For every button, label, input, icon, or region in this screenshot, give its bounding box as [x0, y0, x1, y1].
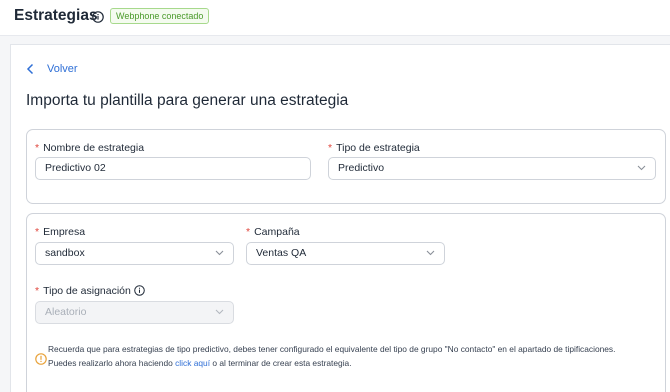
required-marker: *: [35, 285, 40, 297]
chevron-left-icon: [26, 63, 34, 75]
predictive-notice: Recuerda que para estrategias de tipo pr…: [48, 342, 615, 370]
required-marker: *: [246, 226, 251, 238]
chevron-down-icon: [215, 250, 224, 256]
info-circle-icon[interactable]: [134, 285, 145, 296]
top-bar: Estrategias Webphone conectado: [0, 0, 670, 36]
back-label: Volver: [47, 63, 78, 75]
strategy-name-label: * Nombre de estrategia: [35, 142, 145, 154]
click-here-link[interactable]: click aquí: [175, 358, 210, 368]
campaign-select[interactable]: Ventas QA: [246, 242, 445, 265]
strategy-name-input[interactable]: Predictivo 02: [35, 157, 311, 180]
strategy-type-label: * Tipo de estrategia: [328, 142, 420, 154]
required-marker: *: [328, 142, 333, 154]
required-marker: *: [35, 226, 40, 238]
chevron-down-icon: [637, 165, 646, 171]
company-label: * Empresa: [35, 226, 86, 238]
chevron-down-icon: [215, 309, 224, 315]
page-title: Estrategias: [14, 7, 98, 24]
assignment-type-label: * Tipo de asignación: [35, 285, 145, 297]
warning-circle-icon: [35, 353, 47, 365]
campaign-label: * Campaña: [246, 226, 300, 238]
page-heading: Importa tu plantilla para generar una es…: [26, 92, 349, 109]
notice-line-1: Recuerda que para estrategias de tipo pr…: [48, 344, 616, 354]
company-select[interactable]: sandbox: [35, 242, 234, 265]
status-badge: Webphone conectado: [110, 8, 210, 24]
assignment-type-select: Aleatorio: [35, 301, 234, 324]
back-link[interactable]: Volver: [26, 61, 78, 77]
required-marker: *: [35, 142, 40, 154]
strategy-type-select[interactable]: Predictivo: [328, 157, 656, 180]
chevron-down-icon: [426, 250, 435, 256]
notice-line-2: Puedes realizarlo ahora haciendo click a…: [48, 358, 352, 368]
info-circle-icon[interactable]: [92, 11, 104, 23]
